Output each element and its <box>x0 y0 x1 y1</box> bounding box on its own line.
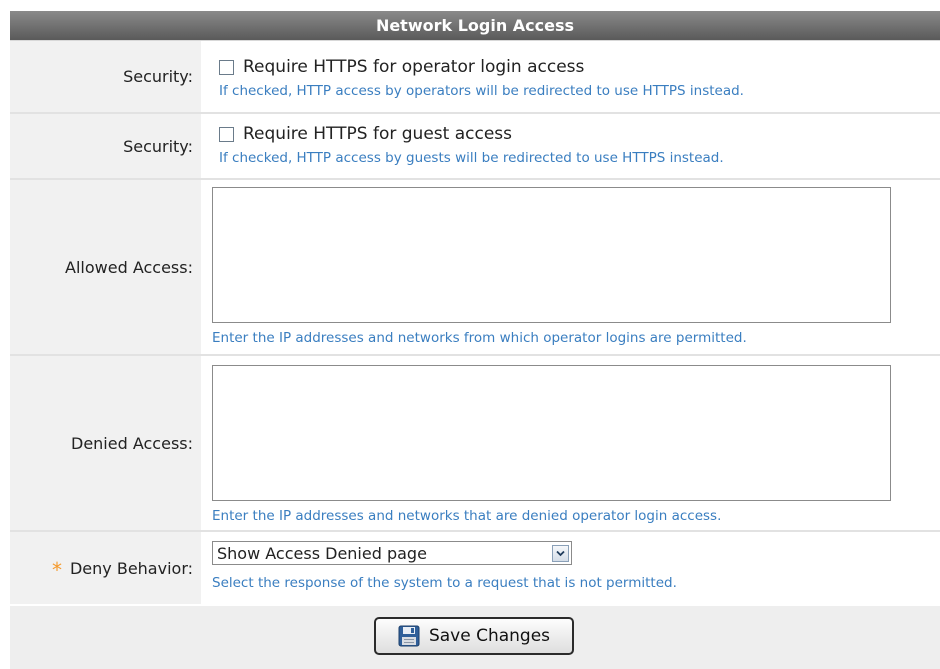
section-title: Network Login Access <box>375 16 575 35</box>
security-guest-label: Security: <box>10 114 203 178</box>
require-https-guest-checkbox[interactable] <box>219 126 234 142</box>
save-changes-button[interactable]: Save Changes <box>374 617 574 655</box>
required-asterisk: * <box>51 558 62 582</box>
label-text: Security: <box>123 67 193 86</box>
denied-access-textarea[interactable] <box>212 365 891 501</box>
deny-behavior-label: * Deny Behavior: <box>10 532 203 604</box>
deny-behavior-hint: Select the response of the system to a r… <box>212 575 677 591</box>
require-https-guest-option[interactable]: Require HTTPS for guest access <box>219 124 512 144</box>
row-denied-access: Denied Access: Enter the IP addresses an… <box>10 356 940 530</box>
require-https-guest-label: Require HTTPS for guest access <box>243 124 512 144</box>
floppy-disk-icon <box>398 625 420 647</box>
section-header: Network Login Access <box>10 11 940 41</box>
save-changes-label: Save Changes <box>428 626 551 646</box>
require-https-operator-option[interactable]: Require HTTPS for operator login access <box>219 57 584 77</box>
row-deny-behavior: * Deny Behavior: Show Access Denied page… <box>10 532 940 604</box>
row-allowed-access: Allowed Access: Enter the IP addresses a… <box>10 180 940 354</box>
security-operator-label: Security: <box>10 41 203 112</box>
allowed-access-textarea[interactable] <box>212 187 891 323</box>
denied-access-hint: Enter the IP addresses and networks that… <box>212 508 722 524</box>
row-security-guest: Security: Require HTTPS for guest access… <box>10 114 940 178</box>
security-operator-hint: If checked, HTTP access by operators wil… <box>219 83 744 99</box>
label-text: Security: <box>123 136 193 156</box>
deny-behavior-selected-value: Show Access Denied page <box>217 543 427 563</box>
row-security-operator: Security: Require HTTPS for operator log… <box>10 41 940 112</box>
require-https-operator-label: Require HTTPS for operator login access <box>243 57 585 77</box>
label-text: Allowed Access: <box>65 257 193 277</box>
denied-access-label: Denied Access: <box>10 356 203 530</box>
security-guest-hint: If checked, HTTP access by guests will b… <box>219 150 724 166</box>
require-https-operator-checkbox[interactable] <box>219 59 234 75</box>
chevron-down-icon[interactable] <box>552 544 569 562</box>
network-login-access-form: Network Login Access Security: Require H… <box>0 0 940 669</box>
form-footer: Save Changes <box>10 606 940 669</box>
label-text: Denied Access: <box>71 433 193 453</box>
allowed-access-hint: Enter the IP addresses and networks from… <box>212 330 747 346</box>
label-text: Deny Behavior: <box>69 558 193 578</box>
allowed-access-label: Allowed Access: <box>10 180 203 354</box>
deny-behavior-select[interactable]: Show Access Denied page <box>212 541 572 565</box>
